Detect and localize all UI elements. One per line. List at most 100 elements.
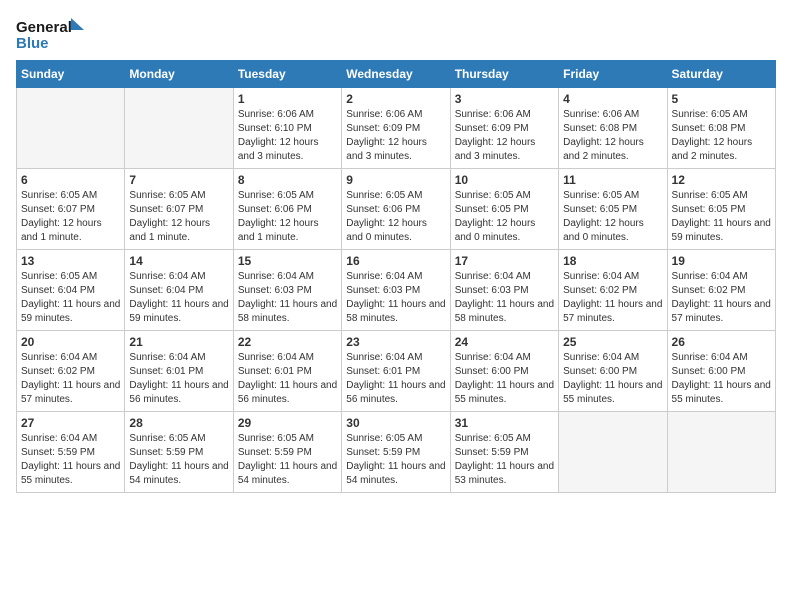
cell-daylight-info: Sunrise: 6:05 AM Sunset: 5:59 PM Dayligh… — [346, 432, 445, 488]
day-number: 28 — [129, 416, 228, 430]
cell-daylight-info: Sunrise: 6:05 AM Sunset: 5:59 PM Dayligh… — [238, 432, 337, 488]
cell-daylight-info: Sunrise: 6:04 AM Sunset: 6:03 PM Dayligh… — [238, 270, 337, 326]
calendar-cell: 1 Sunrise: 6:06 AM Sunset: 6:10 PM Daylig… — [233, 88, 341, 169]
calendar-cell: 20Sunrise: 6:04 AM Sunset: 6:02 PM Dayli… — [17, 331, 125, 412]
weekday-header: Thursday — [450, 61, 558, 88]
day-number: 23 — [346, 335, 445, 349]
cell-daylight-info: Sunrise: 6:05 AM Sunset: 5:59 PM Dayligh… — [129, 432, 228, 488]
calendar-cell — [17, 88, 125, 169]
day-number: 27 — [21, 416, 120, 430]
calendar-cell — [559, 412, 667, 493]
cell-daylight-info: Sunrise: 6:05 AM Sunset: 6:07 PM Dayligh… — [21, 189, 120, 245]
day-number: 19 — [672, 254, 771, 268]
calendar-week-row: 13 Sunrise: 6:05 AM Sunset: 6:04 PM Dayli… — [17, 250, 776, 331]
calendar-week-row: 1 Sunrise: 6:06 AM Sunset: 6:10 PM Daylig… — [17, 88, 776, 169]
cell-daylight-info: Sunrise: 6:06 AM Sunset: 6:10 PM Dayligh… — [238, 108, 337, 164]
weekday-header: Sunday — [17, 61, 125, 88]
cell-daylight-info: Sunrise: 6:04 AM Sunset: 6:03 PM Dayligh… — [455, 270, 554, 326]
day-number: 1 — [238, 92, 337, 106]
day-number: 17 — [455, 254, 554, 268]
calendar-cell: 31 Sunrise: 6:05 AM Sunset: 5:59 PM Dayli… — [450, 412, 558, 493]
weekday-header: Monday — [125, 61, 233, 88]
svg-text:General: General — [16, 19, 72, 36]
calendar-table: SundayMondayTuesdayWednesdayThursdayFrid… — [16, 60, 776, 493]
calendar-week-row: 20Sunrise: 6:04 AM Sunset: 6:02 PM Dayli… — [17, 331, 776, 412]
calendar-week-row: 6 Sunrise: 6:05 AM Sunset: 6:07 PM Daylig… — [17, 169, 776, 250]
cell-daylight-info: Sunrise: 6:04 AM Sunset: 6:04 PM Dayligh… — [129, 270, 228, 326]
calendar-cell: 11Sunrise: 6:05 AM Sunset: 6:05 PM Dayli… — [559, 169, 667, 250]
day-number: 21 — [129, 335, 228, 349]
logo-svg: GeneralBlue — [16, 16, 86, 52]
calendar-cell: 7Sunrise: 6:05 AM Sunset: 6:07 PM Daylig… — [125, 169, 233, 250]
cell-daylight-info: Sunrise: 6:04 AM Sunset: 6:01 PM Dayligh… — [129, 351, 228, 407]
calendar-cell: 19 Sunrise: 6:04 AM Sunset: 6:02 PM Dayli… — [667, 250, 775, 331]
calendar-cell: 21 Sunrise: 6:04 AM Sunset: 6:01 PM Dayli… — [125, 331, 233, 412]
day-number: 14 — [129, 254, 228, 268]
calendar-cell: 8 Sunrise: 6:05 AM Sunset: 6:06 PM Daylig… — [233, 169, 341, 250]
day-number: 4 — [563, 92, 662, 106]
calendar-cell: 6 Sunrise: 6:05 AM Sunset: 6:07 PM Daylig… — [17, 169, 125, 250]
cell-daylight-info: Sunrise: 6:05 AM Sunset: 6:06 PM Dayligh… — [238, 189, 337, 245]
calendar-cell: 5Sunrise: 6:05 AM Sunset: 6:08 PM Daylig… — [667, 88, 775, 169]
calendar-cell: 23Sunrise: 6:04 AM Sunset: 6:01 PM Dayli… — [342, 331, 450, 412]
calendar-cell: 24Sunrise: 6:04 AM Sunset: 6:00 PM Dayli… — [450, 331, 558, 412]
cell-daylight-info: Sunrise: 6:04 AM Sunset: 6:01 PM Dayligh… — [238, 351, 337, 407]
day-number: 6 — [21, 173, 120, 187]
cell-daylight-info: Sunrise: 6:04 AM Sunset: 6:00 PM Dayligh… — [672, 351, 771, 407]
calendar-cell: 12 Sunrise: 6:05 AM Sunset: 6:05 PM Dayli… — [667, 169, 775, 250]
cell-daylight-info: Sunrise: 6:05 AM Sunset: 6:04 PM Dayligh… — [21, 270, 120, 326]
day-number: 10 — [455, 173, 554, 187]
calendar-cell: 17 Sunrise: 6:04 AM Sunset: 6:03 PM Dayli… — [450, 250, 558, 331]
day-number: 9 — [346, 173, 445, 187]
cell-daylight-info: Sunrise: 6:04 AM Sunset: 6:02 PM Dayligh… — [563, 270, 662, 326]
calendar-cell: 10 Sunrise: 6:05 AM Sunset: 6:05 PM Dayli… — [450, 169, 558, 250]
calendar-cell: 22 Sunrise: 6:04 AM Sunset: 6:01 PM Dayli… — [233, 331, 341, 412]
day-number: 3 — [455, 92, 554, 106]
calendar-cell: 27 Sunrise: 6:04 AM Sunset: 5:59 PM Dayli… — [17, 412, 125, 493]
day-number: 25 — [563, 335, 662, 349]
cell-daylight-info: Sunrise: 6:04 AM Sunset: 6:02 PM Dayligh… — [672, 270, 771, 326]
calendar-cell: 15Sunrise: 6:04 AM Sunset: 6:03 PM Dayli… — [233, 250, 341, 331]
calendar-body: 1 Sunrise: 6:06 AM Sunset: 6:10 PM Daylig… — [17, 88, 776, 493]
weekday-header: Saturday — [667, 61, 775, 88]
calendar-header-row: SundayMondayTuesdayWednesdayThursdayFrid… — [17, 61, 776, 88]
day-number: 13 — [21, 254, 120, 268]
cell-daylight-info: Sunrise: 6:05 AM Sunset: 6:05 PM Dayligh… — [672, 189, 771, 245]
calendar-cell: 30 Sunrise: 6:05 AM Sunset: 5:59 PM Dayli… — [342, 412, 450, 493]
weekday-header: Friday — [559, 61, 667, 88]
calendar-cell: 14 Sunrise: 6:04 AM Sunset: 6:04 PM Dayli… — [125, 250, 233, 331]
day-number: 30 — [346, 416, 445, 430]
calendar-cell: 29Sunrise: 6:05 AM Sunset: 5:59 PM Dayli… — [233, 412, 341, 493]
calendar-cell — [667, 412, 775, 493]
cell-daylight-info: Sunrise: 6:04 AM Sunset: 6:00 PM Dayligh… — [455, 351, 554, 407]
calendar-cell: 25 Sunrise: 6:04 AM Sunset: 6:00 PM Dayli… — [559, 331, 667, 412]
cell-daylight-info: Sunrise: 6:06 AM Sunset: 6:09 PM Dayligh… — [455, 108, 554, 164]
day-number: 22 — [238, 335, 337, 349]
calendar-cell: 3 Sunrise: 6:06 AM Sunset: 6:09 PM Daylig… — [450, 88, 558, 169]
cell-daylight-info: Sunrise: 6:05 AM Sunset: 5:59 PM Dayligh… — [455, 432, 554, 488]
day-number: 26 — [672, 335, 771, 349]
day-number: 12 — [672, 173, 771, 187]
calendar-cell: 9 Sunrise: 6:05 AM Sunset: 6:06 PM Daylig… — [342, 169, 450, 250]
calendar-cell: 4Sunrise: 6:06 AM Sunset: 6:08 PM Daylig… — [559, 88, 667, 169]
weekday-header: Wednesday — [342, 61, 450, 88]
day-number: 11 — [563, 173, 662, 187]
day-number: 2 — [346, 92, 445, 106]
cell-daylight-info: Sunrise: 6:05 AM Sunset: 6:06 PM Dayligh… — [346, 189, 445, 245]
day-number: 31 — [455, 416, 554, 430]
day-number: 8 — [238, 173, 337, 187]
day-number: 18 — [563, 254, 662, 268]
cell-daylight-info: Sunrise: 6:04 AM Sunset: 6:03 PM Dayligh… — [346, 270, 445, 326]
day-number: 16 — [346, 254, 445, 268]
cell-daylight-info: Sunrise: 6:06 AM Sunset: 6:09 PM Dayligh… — [346, 108, 445, 164]
cell-daylight-info: Sunrise: 6:05 AM Sunset: 6:05 PM Dayligh… — [455, 189, 554, 245]
calendar-cell: 28 Sunrise: 6:05 AM Sunset: 5:59 PM Dayli… — [125, 412, 233, 493]
cell-daylight-info: Sunrise: 6:04 AM Sunset: 6:02 PM Dayligh… — [21, 351, 120, 407]
cell-daylight-info: Sunrise: 6:04 AM Sunset: 5:59 PM Dayligh… — [21, 432, 120, 488]
cell-daylight-info: Sunrise: 6:05 AM Sunset: 6:08 PM Dayligh… — [672, 108, 771, 164]
cell-daylight-info: Sunrise: 6:04 AM Sunset: 6:00 PM Dayligh… — [563, 351, 662, 407]
calendar-cell: 13 Sunrise: 6:05 AM Sunset: 6:04 PM Dayli… — [17, 250, 125, 331]
svg-text:Blue: Blue — [16, 35, 49, 52]
page-header: GeneralBlue — [16, 16, 776, 52]
logo: GeneralBlue — [16, 16, 86, 52]
